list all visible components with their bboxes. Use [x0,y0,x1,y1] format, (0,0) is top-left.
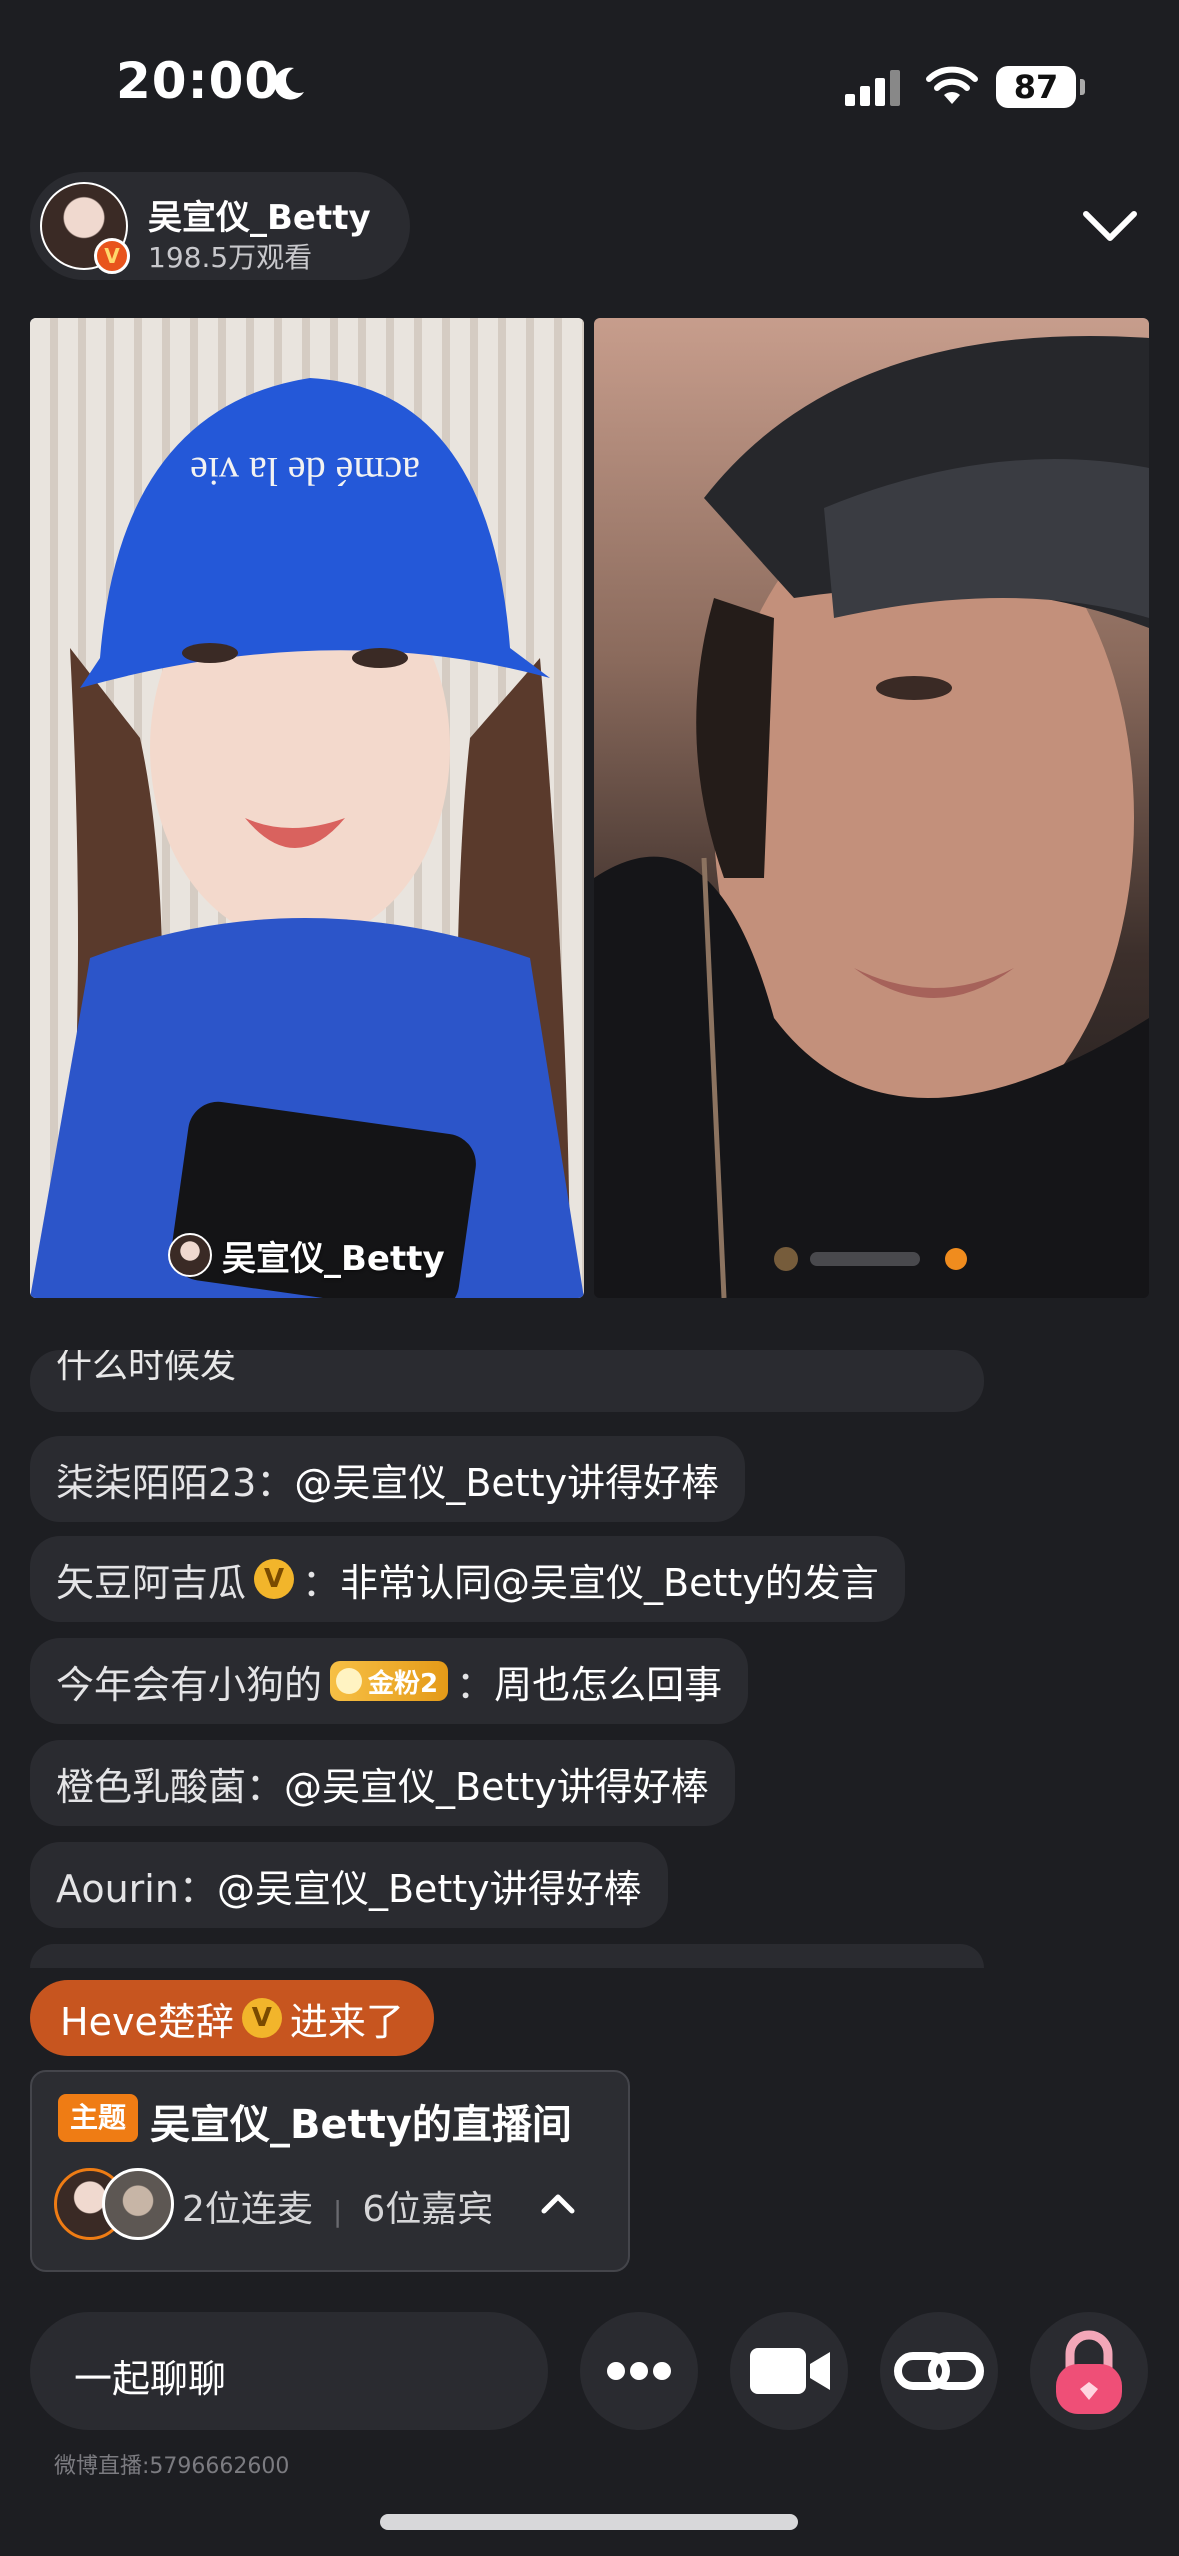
host-mini-avatar [168,1233,212,1277]
host-video-pane[interactable]: acmé de la vie [30,318,584,1298]
status-time: 20:00 [116,52,281,110]
more-icon [607,2362,671,2380]
guest-video-label-blurred [774,1247,967,1271]
home-indicator[interactable] [380,2514,798,2530]
topic-card[interactable]: 主题 吴宣仪_Betty的直播间 2位连麦 | 6位嘉宾 [30,2070,630,2272]
link-icon [894,2352,984,2390]
host-video-label: 吴宣仪_Betty [168,1230,445,1280]
comment-user[interactable]: 橙色乳酸菌： [56,1756,284,1811]
link-mic-button[interactable] [880,2312,998,2430]
verified-badge-icon: V [241,1998,282,2038]
more-button[interactable] [580,2312,698,2430]
comment-item[interactable]: 橙色乳酸菌： @吴宣仪_Betty讲得好棒 [30,1740,735,1826]
comment-user[interactable]: 柒柒陌陌23： [56,1452,294,1507]
comment-item[interactable]: 矢豆阿吉瓜 V ： 非常认同@吴宣仪_Betty的发言 [30,1536,905,1622]
enter-user: Heve楚辞 [60,1999,234,2044]
comment-text: @吴宣仪_Betty讲得好棒 [284,1764,709,1809]
lock-icon [1056,2330,1122,2414]
comment-item-partial: 什么时候发 [30,1350,984,1412]
enter-notice: Heve楚辞 V 进来了 [30,1980,434,2056]
guest-count: 6位嘉宾 [362,2189,494,2230]
gift-lock-button[interactable] [1030,2312,1148,2430]
enter-text: 进来了 [289,1999,404,2044]
chat-input[interactable]: 一起聊聊 [30,2312,548,2430]
viewer-count: 198.5万观看 [148,241,313,274]
guest-video-image [594,336,1149,1298]
room-id: 微博直播:5796662600 [54,2454,290,2479]
topic-stats: 2位连麦 | 6位嘉宾 [182,2180,493,2232]
comment-item-partial [30,1944,984,1968]
divider: | [332,2195,343,2228]
comment-separator: ： [302,1560,341,1605]
comment-separator: ： [456,1662,495,1707]
moon-icon [274,67,304,100]
comment-user[interactable]: 矢豆阿吉瓜 [56,1552,246,1607]
host-video-name: 吴宣仪_Betty [222,1238,445,1279]
verified-badge-icon: V [254,1559,295,1599]
signal-icon [845,70,900,106]
co-host-avatar [102,2168,174,2240]
comment-user[interactable]: Aourin： [56,1858,217,1913]
co-host-count: 2位连麦 [182,2189,313,2230]
topic-tag: 主题 [58,2094,138,2142]
comment-user[interactable]: 今年会有小狗的 [56,1654,322,1709]
chevron-down-icon[interactable] [1078,200,1142,252]
topic-title: 吴宣仪_Betty的直播间 [150,2102,572,2148]
chevron-up-icon[interactable] [538,2184,578,2224]
verified-badge-icon: V [94,238,130,274]
comment-item[interactable]: Aourin： @吴宣仪_Betty讲得好棒 [30,1842,668,1928]
battery-icon: 87 [996,66,1085,108]
comment-text: 非常认同@吴宣仪_Betty的发言 [340,1560,879,1605]
host-name[interactable]: 吴宣仪_Betty [148,190,371,239]
chat-placeholder: 一起聊聊 [74,2357,227,2401]
wifi-icon [926,66,978,104]
svg-text:acmé de la vie: acmé de la vie [190,449,420,494]
comment-text: @吴宣仪_Betty讲得好棒 [216,1866,642,1911]
comment-text: 周也怎么回事 [494,1662,723,1707]
comment-item[interactable]: 今年会有小狗的 金粉2 ： 周也怎么回事 [30,1638,749,1724]
comment-text: @吴宣仪_Betty讲得好棒 [294,1460,720,1505]
host-video-image: acmé de la vie [30,318,584,1298]
gem-icon [336,1668,363,1694]
video-camera-icon [750,2348,830,2394]
video-call-button[interactable] [730,2312,848,2430]
guest-video-pane[interactable] [594,318,1149,1298]
fan-level-badge: 金粉2 [330,1661,449,1701]
comment-item[interactable]: 柒柒陌陌23： @吴宣仪_Betty讲得好棒 [30,1436,746,1522]
